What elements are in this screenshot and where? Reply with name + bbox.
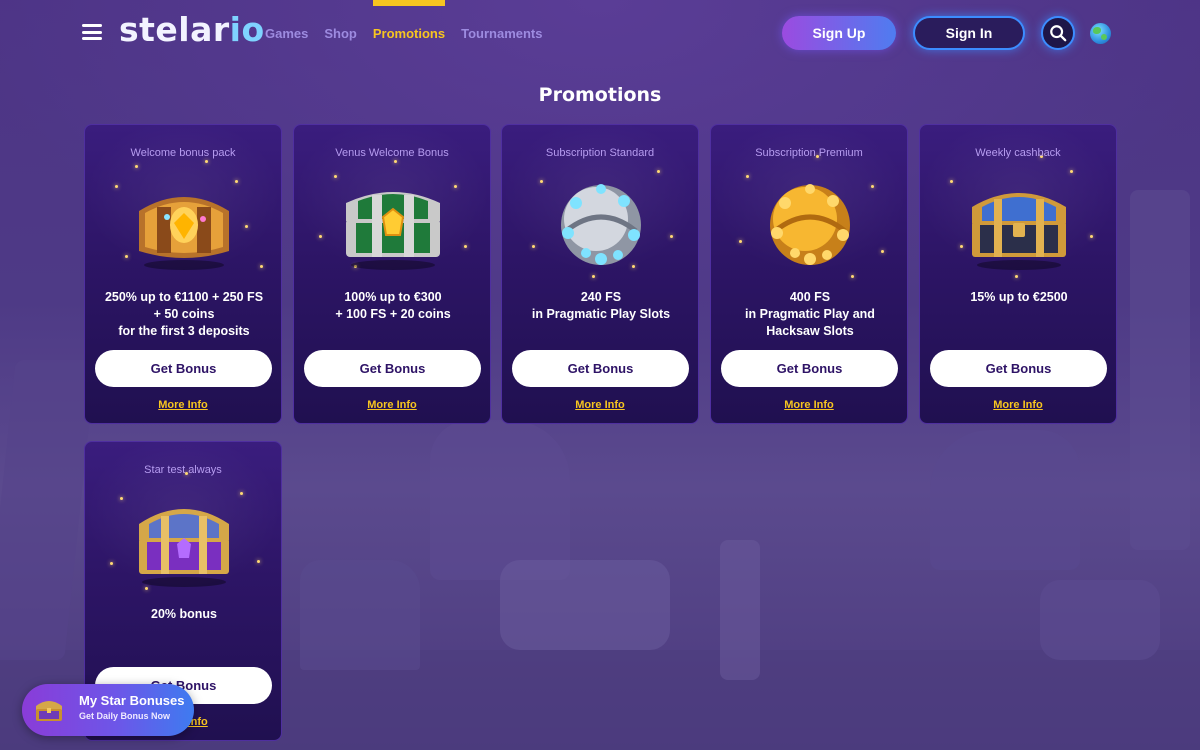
- globe-icon[interactable]: [1090, 23, 1111, 44]
- page-title: Promotions: [538, 84, 662, 106]
- get-bonus-button[interactable]: Get Bonus: [512, 350, 689, 387]
- my-star-bonuses-widget[interactable]: My Star Bonuses Get Daily Bonus Now: [22, 684, 194, 736]
- promo-description: 240 FS in Pragmatic Play Slots: [508, 289, 694, 323]
- promo-description-line: in Pragmatic Play Slots: [531, 307, 671, 321]
- top-header: stelario Games Shop Promotions Tournamen…: [0, 0, 1200, 66]
- promo-title: Venus Welcome Bonus: [335, 147, 449, 159]
- promo-description: 400 FS in Pragmatic Play and Hacksaw Slo…: [717, 289, 903, 340]
- blue-treasure-chest-image: [972, 193, 1066, 270]
- get-bonus-button[interactable]: Get Bonus: [95, 350, 272, 387]
- more-info-link[interactable]: More Info: [85, 399, 281, 411]
- sign-in-button[interactable]: Sign In: [913, 16, 1025, 50]
- promo-description-line: 250% up to €1100 + 250 FS: [104, 290, 264, 304]
- search-icon: [1050, 25, 1067, 42]
- promo-description-line: 15% up to €2500: [970, 290, 1068, 304]
- purple-treasure-chest-image: [139, 509, 229, 587]
- promo-card: Subscription Premium 400 FS in Pragmatic…: [710, 124, 908, 424]
- nav-games[interactable]: Games: [265, 0, 308, 66]
- more-info-link[interactable]: More Info: [502, 399, 698, 411]
- background-rock: [1130, 190, 1190, 550]
- promo-description-line: + 100 FS + 20 coins: [335, 307, 451, 321]
- promo-title: Welcome bonus pack: [130, 147, 236, 159]
- hamburger-icon[interactable]: [82, 24, 102, 40]
- more-info-link[interactable]: More Info: [920, 399, 1116, 411]
- promo-title: Weekly cashback: [975, 147, 1061, 159]
- promo-description: 15% up to €2500: [926, 289, 1112, 306]
- nav-shop[interactable]: Shop: [324, 0, 357, 66]
- promo-description-line: 100% up to €300: [344, 290, 442, 304]
- background-rock: [930, 430, 1080, 570]
- star-bonuses-subtitle: Get Daily Bonus Now: [79, 711, 171, 721]
- get-bonus-button[interactable]: Get Bonus: [721, 350, 898, 387]
- more-info-link[interactable]: More Info: [711, 399, 907, 411]
- more-info-link[interactable]: More Info: [294, 399, 490, 411]
- promo-description-line: + 50 coins: [153, 307, 215, 321]
- promo-title: Subscription Standard: [545, 147, 655, 159]
- promo-card: Welcome bonus pack 250% up to €1100 + 25…: [84, 124, 282, 424]
- background-rock: [0, 360, 96, 660]
- main-nav: Games Shop Promotions Tournaments: [265, 0, 559, 66]
- green-treasure-chest-image: [346, 192, 440, 270]
- promo-description: 250% up to €1100 + 250 FS + 50 coins for…: [91, 289, 277, 340]
- logo-text-accent: io: [229, 10, 265, 49]
- promo-card: Subscription Standard 240 FS in Pragmati…: [501, 124, 699, 424]
- golden-treasure-chest-image: [139, 197, 229, 270]
- background-rock: [1040, 580, 1160, 660]
- promo-description: 20% bonus: [91, 606, 277, 623]
- promo-description: 100% up to €300 + 100 FS + 20 coins: [300, 289, 486, 323]
- logo[interactable]: stelario: [119, 10, 265, 49]
- promo-title: Subscription Premium: [755, 147, 863, 159]
- treasure-chest-icon: [36, 701, 62, 721]
- sign-up-button[interactable]: Sign Up: [782, 16, 896, 50]
- promo-description-line: in Pragmatic Play and: [745, 307, 875, 321]
- promo-description-line: 400 FS: [789, 290, 831, 304]
- promo-description-line: 20% bonus: [151, 607, 217, 621]
- promo-card: Weekly cashback 15% up to €2500 Get Bonu…: [919, 124, 1117, 424]
- promo-description-line: for the first 3 deposits: [118, 324, 250, 338]
- promo-title: Star test always: [144, 464, 222, 476]
- background-rock: [720, 540, 760, 680]
- silver-gem-orb-image: [561, 184, 641, 265]
- promo-card: Venus Welcome Bonus 100% up to €300 + 10…: [293, 124, 491, 424]
- background-rock: [500, 560, 670, 650]
- search-button[interactable]: [1041, 16, 1075, 50]
- nav-promotions[interactable]: Promotions: [372, 0, 446, 66]
- get-bonus-button[interactable]: Get Bonus: [930, 350, 1107, 387]
- gold-gem-orb-image: [770, 184, 850, 265]
- get-bonus-button[interactable]: Get Bonus: [304, 350, 481, 387]
- promo-description-line: 240 FS: [580, 290, 622, 304]
- background-rock: [300, 560, 420, 670]
- nav-tournaments[interactable]: Tournaments: [461, 0, 542, 66]
- promo-description-line: Hacksaw Slots: [766, 324, 854, 338]
- background-rock: [430, 420, 570, 580]
- logo-text: stelar: [119, 10, 230, 49]
- star-bonuses-title: My Star Bonuses: [79, 693, 185, 708]
